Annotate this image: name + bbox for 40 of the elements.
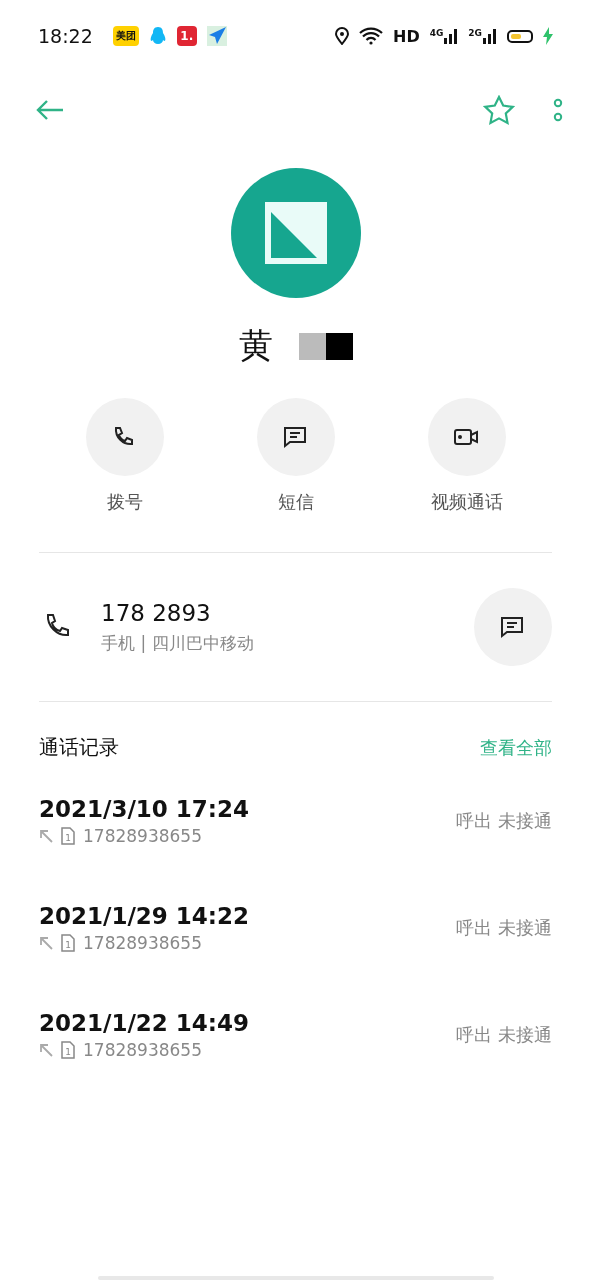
more-icon[interactable]: [553, 98, 563, 122]
penguin-icon: [148, 26, 167, 46]
paper-plane-icon: [206, 26, 227, 46]
sim-icon: 1: [61, 1040, 75, 1059]
action-label: 短信: [277, 490, 314, 514]
sim-icon: 1: [61, 826, 75, 845]
phone-number: 178 2893: [101, 599, 212, 626]
hd-indicator: HD: [393, 26, 420, 46]
app-icon: 1.: [176, 26, 197, 46]
location-icon: [335, 27, 349, 45]
call-status: 呼出 未接通: [456, 808, 552, 833]
signal-icon: [444, 28, 459, 44]
call-status: 呼出 未接通: [456, 915, 552, 940]
sim-icon: 1: [61, 933, 75, 952]
battery-icon: [507, 29, 533, 43]
action-label: 视频通话: [430, 490, 503, 514]
network-type: 4G: [429, 28, 444, 38]
call-datetime: 2021/1/29 14:22: [39, 902, 251, 929]
call-number: 17828938655: [83, 825, 202, 846]
app-icon: 美团: [112, 26, 139, 46]
redaction-block: [298, 332, 353, 360]
outgoing-arrow-icon: [39, 828, 53, 843]
outgoing-arrow-icon: [39, 1042, 53, 1057]
signal-icon: [483, 28, 497, 44]
action-label: 拨号: [106, 490, 143, 514]
call-number: 17828938655: [83, 1039, 202, 1060]
call-datetime: 2021/1/22 14:49: [39, 1009, 251, 1036]
outgoing-arrow-icon: [39, 935, 53, 950]
call-number: 17828938655: [83, 932, 202, 953]
call-datetime: 2021/3/10 17:24: [39, 795, 251, 822]
wifi-icon: [359, 27, 383, 45]
network-type: 2G: [468, 28, 482, 38]
clock: 18:22: [38, 25, 93, 47]
call-status: 呼出 未接通: [456, 1022, 552, 1047]
phone-detail: 手机 | 四川巴中移动: [101, 631, 255, 655]
section-title: 通话记录: [39, 734, 119, 761]
star-icon[interactable]: [483, 95, 515, 125]
view-all-link[interactable]: 查看全部: [480, 735, 552, 760]
contact-name: 黄: [238, 324, 273, 367]
back-icon[interactable]: [36, 99, 64, 121]
